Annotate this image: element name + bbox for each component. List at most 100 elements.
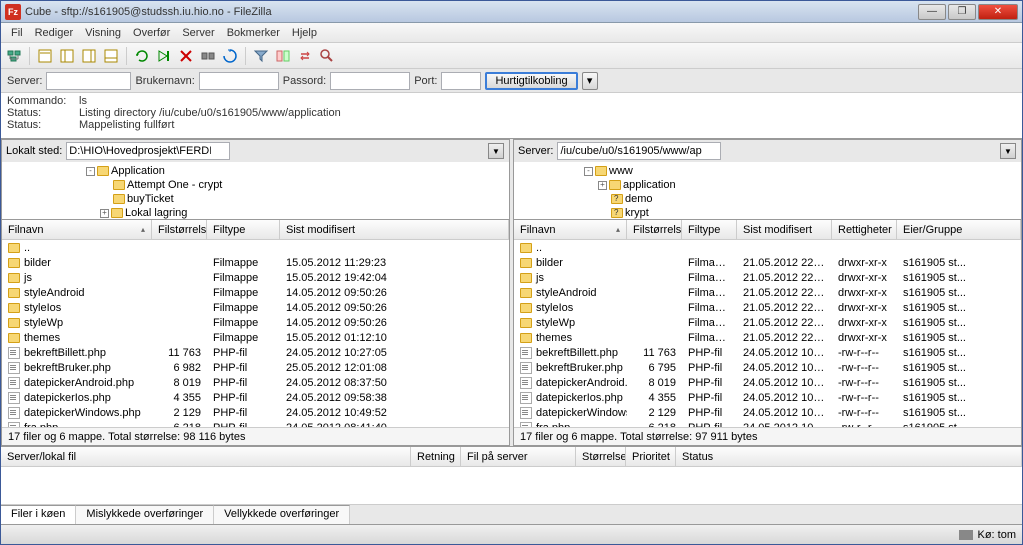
compare-icon[interactable] [274,47,292,65]
local-path-combo[interactable]: ▼ [66,142,505,160]
tree-item[interactable]: buyTicket [2,192,509,206]
col-size[interactable]: Filstørrelse [152,220,207,239]
list-item[interactable]: styleWpFilmappe14.05.2012 09:50:26 [2,315,509,330]
remote-file-list[interactable]: ..bilderFilmappe21.05.2012 22:5...drwxr-… [514,240,1021,427]
col-modified[interactable]: Sist modifisert [280,220,509,239]
menu-overfør[interactable]: Overfør [127,25,176,41]
process-queue-icon[interactable] [155,47,173,65]
remote-path-combo[interactable]: ▼ [557,142,1017,160]
col-perms[interactable]: Rettigheter [832,220,897,239]
menu-visning[interactable]: Visning [79,25,127,41]
list-item[interactable]: bekreftBruker.php6 795PHP-fil24.05.2012 … [514,360,1021,375]
col-name[interactable]: Filnavn▴ [2,220,152,239]
col-modified[interactable]: Sist modifisert [737,220,832,239]
local-tree[interactable]: - Application Attempt One - crypt buyTic… [2,162,509,220]
tree-expander-icon[interactable]: - [86,167,95,176]
col-name[interactable]: Filnavn▴ [514,220,627,239]
quickconnect-menu-button[interactable]: ▾ [582,72,598,90]
toggle-queue-icon[interactable] [102,47,120,65]
list-item[interactable]: styleAndroidFilmappe14.05.2012 09:50:26 [2,285,509,300]
remote-tree[interactable]: - www+ application demo krypt [514,162,1021,220]
tree-expander-icon[interactable]: + [598,181,607,190]
col-local-file[interactable]: Server/lokal fil [1,447,411,466]
menu-bokmerker[interactable]: Bokmerker [221,25,286,41]
menu-server[interactable]: Server [176,25,220,41]
list-item[interactable]: styleAndroidFilmappe21.05.2012 22:5...dr… [514,285,1021,300]
list-item[interactable]: .. [2,240,509,255]
tree-expander-icon[interactable]: - [584,167,593,176]
window-title: Cube - sftp://s161905@studssh.iu.hio.no … [25,6,918,18]
port-input[interactable] [441,72,481,90]
toggle-tree-icon[interactable] [58,47,76,65]
reconnect-icon[interactable] [221,47,239,65]
search-icon[interactable] [318,47,336,65]
tree-item[interactable]: krypt [514,206,1021,220]
col-type[interactable]: Filtype [207,220,280,239]
tree-item[interactable]: demo [514,192,1021,206]
list-item[interactable]: bekreftBillett.php11 763PHP-fil24.05.201… [2,345,509,360]
list-item[interactable]: themesFilmappe21.05.2012 22:5...drwxr-xr… [514,330,1021,345]
list-item[interactable]: datepickerIos.php4 355PHP-fil24.05.2012 … [514,390,1021,405]
local-file-list[interactable]: ..bilderFilmappe15.05.2012 11:29:23jsFil… [2,240,509,427]
server-input[interactable] [46,72,131,90]
list-item[interactable]: fra.php6 218PHP-fil24.05.2012 08:41:40 [2,420,509,427]
col-remote-file[interactable]: Fil på server [461,447,576,466]
list-item[interactable]: styleWpFilmappe21.05.2012 22:5...drwxr-x… [514,315,1021,330]
list-item[interactable]: datepickerWindows.php2 129PHP-fil24.05.2… [2,405,509,420]
close-button[interactable]: ✕ [978,4,1018,20]
col-type[interactable]: Filtype [682,220,737,239]
col-size[interactable]: Filstørrelse [627,220,682,239]
list-item[interactable]: themesFilmappe15.05.2012 01:12:10 [2,330,509,345]
disconnect-icon[interactable] [199,47,217,65]
maximize-button[interactable]: ❐ [948,4,976,20]
list-item[interactable]: datepickerIos.php4 355PHP-fil24.05.2012 … [2,390,509,405]
tree-item[interactable]: - Application [2,164,509,178]
list-item[interactable]: jsFilmappe21.05.2012 22:5...drwxr-xr-xs1… [514,270,1021,285]
tree-item[interactable]: + application [514,178,1021,192]
list-item[interactable]: datepickerAndroid.php8 019PHP-fil24.05.2… [2,375,509,390]
tree-item[interactable]: + Lokal lagring [2,206,509,220]
list-item[interactable]: .. [514,240,1021,255]
queue-tab[interactable]: Filer i køen [1,505,76,524]
dropdown-icon[interactable]: ▼ [488,143,504,159]
list-item[interactable]: styleIosFilmappe14.05.2012 09:50:26 [2,300,509,315]
sitemanager-icon[interactable] [5,47,23,65]
cancel-icon[interactable] [177,47,195,65]
queue-tab[interactable]: Vellykkede overføringer [214,505,350,524]
username-input[interactable] [199,72,279,90]
list-item[interactable]: datepickerAndroid.p...8 019PHP-fil24.05.… [514,375,1021,390]
col-queue-status[interactable]: Status [676,447,1022,466]
log-pane[interactable]: Kommando:lsStatus:Listing directory /iu/… [1,93,1022,139]
menu-rediger[interactable]: Rediger [29,25,80,41]
tree-item[interactable]: - www [514,164,1021,178]
list-item[interactable]: styleIosFilmappe21.05.2012 22:5...drwxr-… [514,300,1021,315]
col-priority[interactable]: Prioritet [626,447,676,466]
col-direction[interactable]: Retning [411,447,461,466]
list-item[interactable]: bekreftBruker.php6 982PHP-fil25.05.2012 … [2,360,509,375]
list-item[interactable]: bekreftBillett.php11 763PHP-fil24.05.201… [514,345,1021,360]
refresh-icon[interactable] [133,47,151,65]
list-item[interactable]: datepickerWindows....2 129PHP-fil24.05.2… [514,405,1021,420]
queue-tab[interactable]: Mislykkede overføringer [76,505,214,524]
quickconnect-button[interactable]: Hurtigtilkobling [485,72,577,90]
col-owner[interactable]: Eier/Gruppe [897,220,1021,239]
sync-browse-icon[interactable] [296,47,314,65]
list-item[interactable]: bilderFilmappe21.05.2012 22:5...drwxr-xr… [514,255,1021,270]
list-item[interactable]: bilderFilmappe15.05.2012 11:29:23 [2,255,509,270]
list-item[interactable]: fra.php6 218PHP-fil24.05.2012 10:4...-rw… [514,420,1021,427]
local-path-input[interactable] [66,142,230,160]
list-item[interactable]: jsFilmappe15.05.2012 19:42:04 [2,270,509,285]
password-input[interactable] [330,72,410,90]
menu-hjelp[interactable]: Hjelp [286,25,323,41]
minimize-button[interactable]: — [918,4,946,20]
dropdown-icon[interactable]: ▼ [1000,143,1016,159]
tree-expander-icon[interactable]: + [100,209,109,218]
menu-fil[interactable]: Fil [5,25,29,41]
tree-item[interactable]: Attempt One - crypt [2,178,509,192]
toggle-remote-tree-icon[interactable] [80,47,98,65]
filter-icon[interactable] [252,47,270,65]
remote-path-input[interactable] [557,142,721,160]
col-queue-size[interactable]: Størrelse [576,447,626,466]
toggle-log-icon[interactable] [36,47,54,65]
queue-body[interactable] [1,467,1022,504]
